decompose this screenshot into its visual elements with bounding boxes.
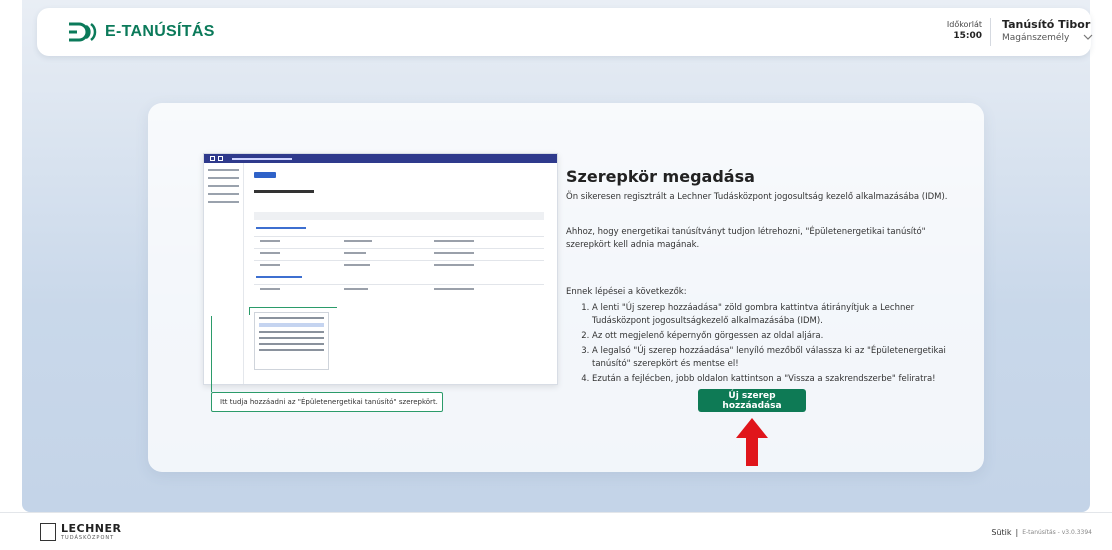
lechner-logo-text: LECHNER <box>61 522 122 535</box>
requirement-paragraph: Ahhoz, hogy energetikai tanúsítványt tud… <box>566 227 926 250</box>
user-menu[interactable]: Tanúsító Tibor Magánszemély <box>1002 18 1090 43</box>
lechner-logo-subtext: TUDÁSKÖZPONT <box>61 535 115 541</box>
cookies-link[interactable]: Sütik <box>991 528 1011 537</box>
intro-paragraph: Ön sikeresen regisztrált a Lechner Tudás… <box>566 192 948 202</box>
user-name: Tanúsító Tibor <box>1002 18 1091 31</box>
e-tanusitas-logo-icon <box>69 22 97 42</box>
chevron-down-icon[interactable] <box>1082 32 1094 42</box>
role-setup-card: Itt tudja hozzáadni az "Épületenergetika… <box>148 103 984 472</box>
callout-connector <box>211 316 212 392</box>
version-label: E-tanúsítás - v3.0.3394 <box>1022 529 1092 536</box>
header-divider <box>990 18 991 46</box>
logo-text: E-TANÚSÍTÁS <box>105 23 215 40</box>
arrow-up-icon <box>736 418 768 466</box>
user-role: Magánszemély <box>1002 33 1070 43</box>
step-item: A lenti "Új szerep hozzáadása" zöld gomb… <box>592 302 966 328</box>
app-footer: LECHNER TUDÁSKÖZPONT Sütik | E-tanúsítás… <box>0 512 1112 550</box>
steps-section: Ennek lépései a következők: A lenti "Új … <box>566 286 966 388</box>
lechner-logo[interactable]: LECHNER TUDÁSKÖZPONT <box>40 522 122 541</box>
timer-value: 15:00 <box>953 31 982 41</box>
session-timer: Időkorlát 15:00 <box>912 20 982 41</box>
timer-label: Időkorlát <box>946 20 982 29</box>
footer-separator: | <box>1015 528 1019 537</box>
page-title: Szerepkör megadása <box>566 167 755 186</box>
callout-label: Itt tudja hozzáadni az "Épületenergetika… <box>211 392 443 412</box>
lechner-logo-icon <box>40 522 56 541</box>
footer-links: Sütik | E-tanúsítás - v3.0.3394 <box>991 528 1092 537</box>
app-header: E-TANÚSÍTÁS Időkorlát 15:00 Tanúsító Tib… <box>37 8 1094 56</box>
add-role-button[interactable]: Új szerep hozzáadása <box>698 389 806 412</box>
steps-list: A lenti "Új szerep hozzáadása" zöld gomb… <box>566 302 966 386</box>
step-item: Ezután a fejlécben, jobb oldalon kattint… <box>592 373 966 386</box>
idm-screenshot-image <box>203 153 558 385</box>
steps-intro: Ennek lépései a következők: <box>566 287 687 297</box>
app-logo[interactable]: E-TANÚSÍTÁS <box>67 21 215 43</box>
step-item: A legalsó "Új szerep hozzáadása" lenyíló… <box>592 345 966 371</box>
step-item: Az ott megjelenő képernyőn görgessen az … <box>592 330 966 343</box>
